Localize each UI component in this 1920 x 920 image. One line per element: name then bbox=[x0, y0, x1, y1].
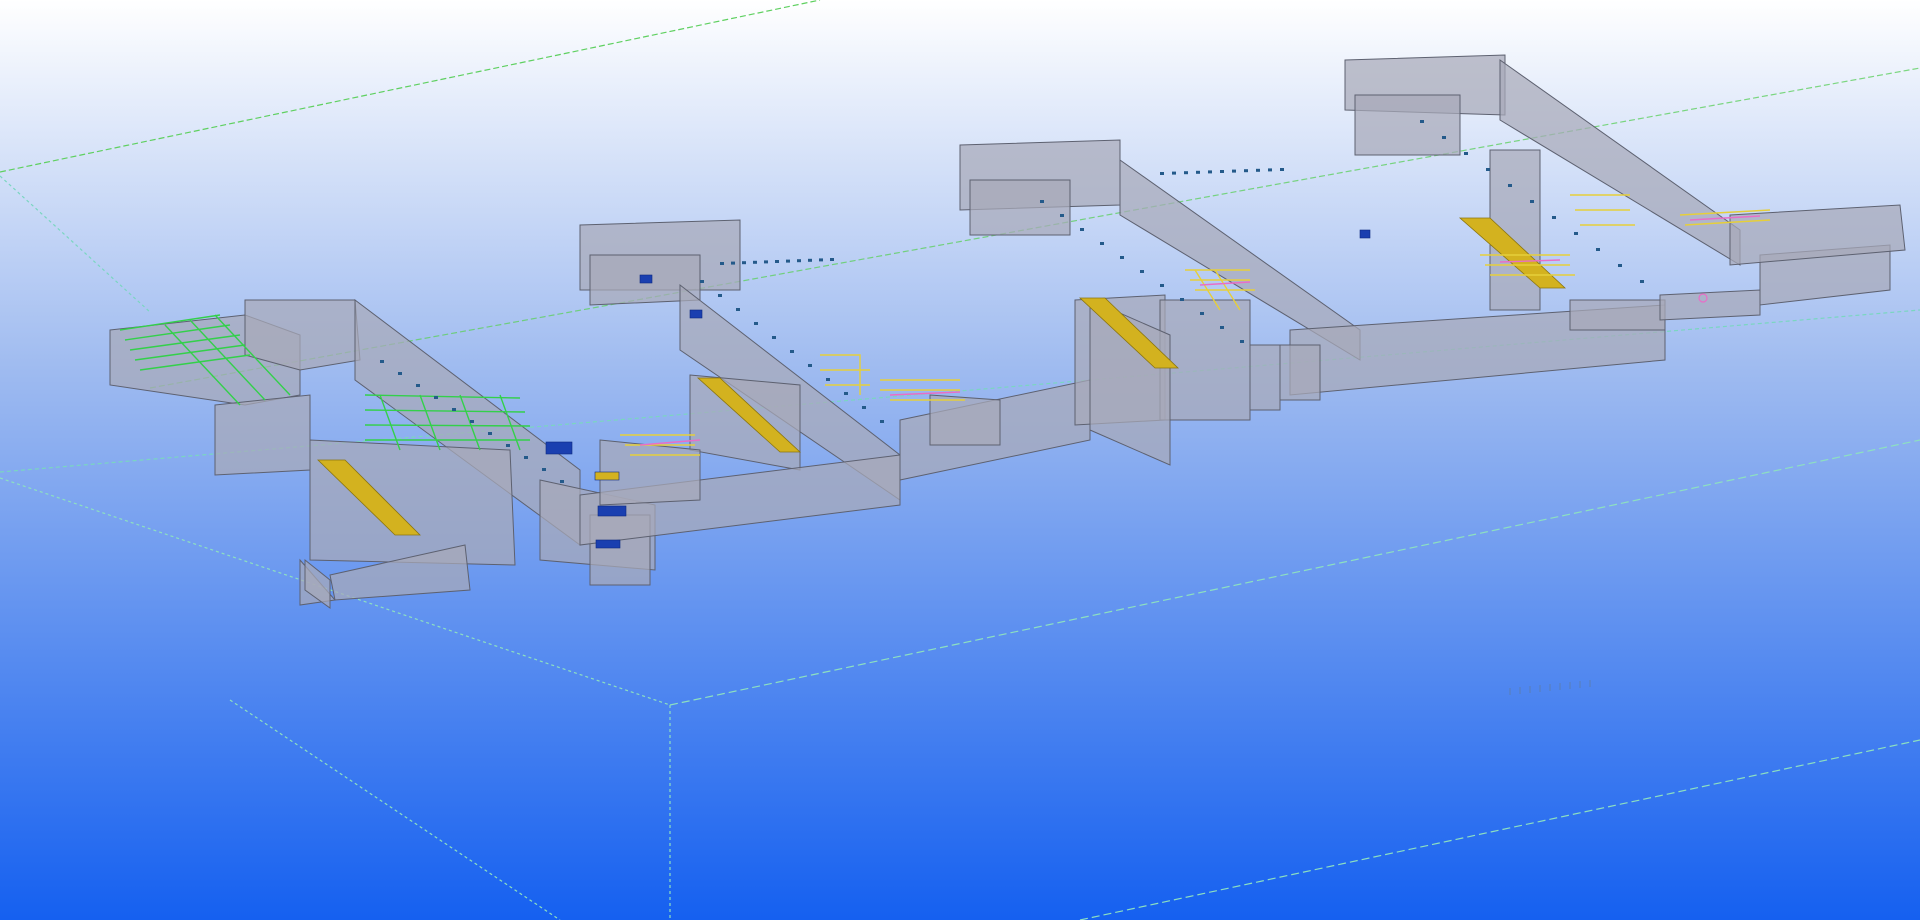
anchor-marker bbox=[1172, 171, 1176, 175]
anchor-marker bbox=[1508, 184, 1512, 187]
anchor-marker bbox=[1060, 214, 1064, 217]
anchor-marker bbox=[1640, 280, 1644, 283]
anchor-marker bbox=[754, 322, 758, 325]
anchor-marker bbox=[790, 350, 794, 353]
anchor-marker bbox=[1200, 312, 1204, 315]
equipment-pad-1 bbox=[545, 441, 573, 455]
equipment-pad-6 bbox=[689, 309, 703, 319]
anchor-marker bbox=[1256, 168, 1260, 172]
anchor-marker bbox=[416, 384, 420, 387]
anchor-marker bbox=[1464, 152, 1468, 155]
anchor-marker bbox=[1442, 136, 1446, 139]
anchor-marker bbox=[488, 432, 492, 435]
anchor-marker bbox=[880, 420, 884, 423]
anchor-marker bbox=[452, 408, 456, 411]
anchor-marker bbox=[844, 392, 848, 395]
anchor-marker bbox=[1220, 326, 1224, 329]
anchor-marker bbox=[808, 258, 812, 262]
equipment-pad-3 bbox=[597, 505, 627, 517]
anchor-marker bbox=[718, 294, 722, 297]
anchor-marker bbox=[1040, 200, 1044, 203]
anchor-marker bbox=[753, 260, 757, 264]
anchor-marker bbox=[772, 336, 776, 339]
anchor-marker bbox=[1160, 172, 1164, 175]
anchor-marker bbox=[830, 258, 834, 261]
anchor-marker bbox=[700, 280, 704, 283]
anchor-marker bbox=[542, 468, 546, 471]
anchor-marker bbox=[1232, 169, 1236, 173]
3d-scene[interactable] bbox=[0, 0, 1920, 920]
equipment-pad-5 bbox=[639, 274, 653, 284]
anchor-marker bbox=[1420, 120, 1424, 123]
anchor-marker bbox=[1280, 168, 1284, 171]
anchor-marker bbox=[1240, 340, 1244, 343]
anchor-marker bbox=[1486, 168, 1490, 171]
anchor-marker bbox=[819, 258, 823, 262]
anchor-marker bbox=[1140, 270, 1144, 273]
anchor-marker bbox=[524, 456, 528, 459]
anchor-marker bbox=[826, 378, 830, 381]
anchor-marker bbox=[1080, 228, 1084, 231]
anchor-marker bbox=[398, 372, 402, 375]
anchor-marker bbox=[560, 480, 564, 483]
anchor-marker bbox=[1552, 216, 1556, 219]
anchor-marker bbox=[1180, 298, 1184, 301]
anchor-marker bbox=[1184, 171, 1188, 175]
anchor-marker bbox=[434, 396, 438, 399]
anchor-marker bbox=[764, 260, 768, 264]
anchor-marker bbox=[1100, 242, 1104, 245]
anchor-marker bbox=[775, 260, 779, 263]
model-viewport[interactable] bbox=[0, 0, 1920, 920]
anchor-marker bbox=[1220, 170, 1224, 173]
anchor-marker bbox=[506, 444, 510, 447]
anchor-marker bbox=[1530, 200, 1534, 203]
anchor-marker bbox=[720, 262, 724, 265]
anchor-marker bbox=[470, 420, 474, 423]
equipment-pad-7 bbox=[1359, 229, 1371, 239]
anchor-marker bbox=[736, 308, 740, 311]
equipment-pad-2 bbox=[594, 471, 620, 481]
anchor-marker bbox=[1208, 170, 1212, 174]
anchor-marker bbox=[1160, 284, 1164, 287]
anchor-marker bbox=[1618, 264, 1622, 267]
anchor-marker bbox=[797, 259, 801, 263]
anchor-marker bbox=[808, 364, 812, 367]
anchor-marker bbox=[786, 259, 790, 263]
anchor-marker bbox=[731, 261, 735, 265]
anchor-marker bbox=[1120, 256, 1124, 259]
anchor-marker bbox=[1574, 232, 1578, 235]
anchor-marker bbox=[742, 261, 746, 265]
anchor-marker bbox=[862, 406, 866, 409]
anchor-marker bbox=[1196, 170, 1200, 174]
anchor-marker bbox=[1268, 168, 1272, 172]
equipment-pad-4 bbox=[595, 539, 621, 549]
anchor-marker bbox=[1244, 169, 1248, 173]
anchor-marker bbox=[380, 360, 384, 363]
anchor-marker bbox=[1596, 248, 1600, 251]
